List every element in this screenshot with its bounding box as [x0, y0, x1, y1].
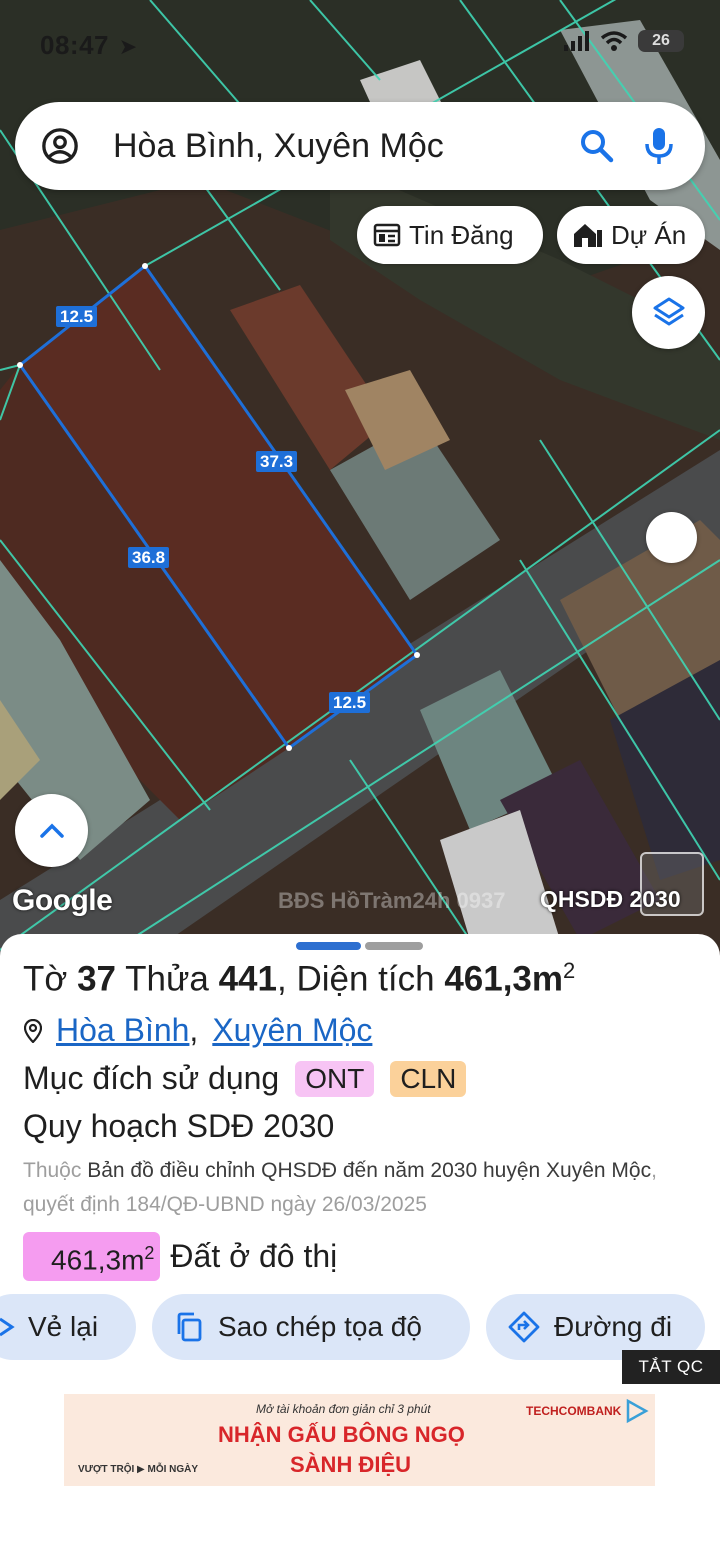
title-plot-label: Thửa — [125, 959, 209, 999]
purpose-tag-cln: CLN — [390, 1060, 467, 1097]
parcel-address: Hòa Bình, Xuyên Mộc — [24, 1012, 372, 1049]
ward-link[interactable]: Hòa Bình — [56, 1012, 189, 1049]
parcel-area: 461,3m — [444, 959, 564, 999]
ad-subheadline: SÀNH ĐIỆU — [290, 1452, 412, 1477]
zoning-area-value: 461,3m — [51, 1244, 145, 1276]
compass-button[interactable] — [646, 512, 697, 563]
purpose-tag-ont: ONT — [295, 1060, 375, 1097]
sheet-handle-active[interactable] — [296, 942, 361, 950]
zoning-area-badge: 461,3m2 — [23, 1232, 161, 1282]
clock: 08:47 — [40, 30, 109, 60]
zoning-type-label: Đất ở đô thị — [170, 1238, 338, 1275]
dimension-label-top: 12.5 — [56, 306, 98, 327]
ad-headline: NHẬN GẤU BÔNG NGỌ — [218, 1422, 465, 1447]
status-indicators: 26 — [564, 30, 684, 52]
google-logo: Google — [12, 884, 113, 917]
expand-sheet-button[interactable] — [15, 794, 88, 867]
purpose-label: Mục đích sử dụng — [23, 1060, 280, 1096]
layers-button[interactable] — [632, 276, 705, 349]
redraw-button[interactable]: Vẻ lại — [0, 1294, 136, 1360]
search-button[interactable] — [577, 126, 617, 166]
zoning-area-row: 461,3m2 Đất ở đô thị — [23, 1232, 338, 1282]
signal-icon — [564, 31, 589, 51]
ad-bank-logo: TECHCOMBANK — [526, 1404, 622, 1418]
copy-coordinates-label: Sao chép tọa độ — [218, 1311, 422, 1342]
parcel-info-sheet: Tờ 37 Thửa 441, Diện tích 461,3m2 Hòa Bì… — [0, 934, 720, 1559]
map-view[interactable]: 12.5 37.3 36.8 12.5 08:47 ➤ 26 Hòa Bình,… — [0, 0, 720, 960]
land-use-purpose: Mục đích sử dụng ONT CLN — [23, 1060, 467, 1097]
redraw-label: Vẻ lại — [28, 1311, 99, 1342]
directions-label: Đường đi — [554, 1311, 673, 1342]
dimension-label-bottom: 12.5 — [329, 692, 371, 713]
layers-icon — [653, 297, 684, 325]
copy-icon — [177, 1312, 202, 1342]
watermark-text: BĐS HồTràm24h 0937 — [278, 888, 506, 913]
projects-chip-label: Dự Án — [611, 219, 687, 250]
wifi-icon — [600, 31, 628, 51]
projects-chip[interactable]: Dự Án — [557, 206, 705, 264]
plan-heading: Quy hoạch SDĐ 2030 — [23, 1108, 335, 1144]
plot-number: 441 — [218, 959, 277, 999]
status-time: 08:47 ➤ — [40, 30, 138, 61]
listing-icon — [373, 223, 401, 247]
desc-prefix: Thuộc — [23, 1159, 82, 1182]
building-icon — [574, 224, 602, 247]
dimension-label-left: 36.8 — [128, 547, 170, 568]
ad-tagline: VƯỢT TRỘI ▶ MỖI NGÀY — [78, 1464, 199, 1475]
ad-line1: Mở tài khoản đơn giản chỉ 3 phút — [256, 1402, 431, 1416]
voice-search-button[interactable] — [639, 126, 679, 166]
address-separator: , — [189, 1012, 199, 1048]
search-bar[interactable]: Hòa Bình, Xuyên Mộc — [15, 102, 705, 190]
search-query[interactable]: Hòa Bình, Xuyên Mộc — [113, 127, 555, 166]
district-link[interactable]: Xuyên Mộc — [212, 1012, 372, 1049]
sheet-number: 37 — [77, 959, 117, 999]
account-icon[interactable] — [41, 127, 79, 165]
desc-main: Bản đồ điều chỉnh QHSDĐ đến năm 2030 huy… — [87, 1159, 652, 1182]
location-pin-icon — [24, 1018, 42, 1043]
title-area-label: , Diện tích — [277, 959, 435, 999]
redraw-icon — [0, 1317, 15, 1337]
location-arrow-icon: ➤ — [118, 34, 138, 59]
area-unit-superscript: 2 — [563, 958, 576, 983]
copy-coordinates-button[interactable]: Sao chép tọa độ — [152, 1294, 470, 1360]
sheet-handle-inactive[interactable] — [365, 942, 423, 950]
microphone-icon — [645, 128, 673, 164]
directions-icon — [508, 1311, 540, 1343]
listings-chip[interactable]: Tin Đăng — [357, 206, 543, 264]
ad-banner[interactable]: Mở tài khoản đơn giản chỉ 3 phút TECHCOM… — [64, 1394, 655, 1486]
title-sheet-label: Tờ — [23, 959, 68, 999]
plan-description: Thuộc Bản đồ điều chỉnh QHSDĐ đến năm 20… — [23, 1154, 683, 1222]
dimension-label-right: 37.3 — [256, 451, 298, 472]
search-icon — [581, 130, 614, 163]
ad-choices-icon[interactable] — [624, 1398, 650, 1424]
parcel-title: Tờ 37 Thửa 441, Diện tích 461,3m2 — [23, 958, 575, 1000]
chevron-up-icon — [39, 823, 64, 838]
layer-label: QHSDĐ 2030 — [540, 886, 681, 912]
battery-indicator: 26 — [638, 30, 684, 52]
zoning-area-sup: 2 — [144, 1243, 155, 1263]
close-ads-button[interactable]: TẮT QC — [622, 1350, 720, 1384]
listings-chip-label: Tin Đăng — [409, 219, 514, 250]
